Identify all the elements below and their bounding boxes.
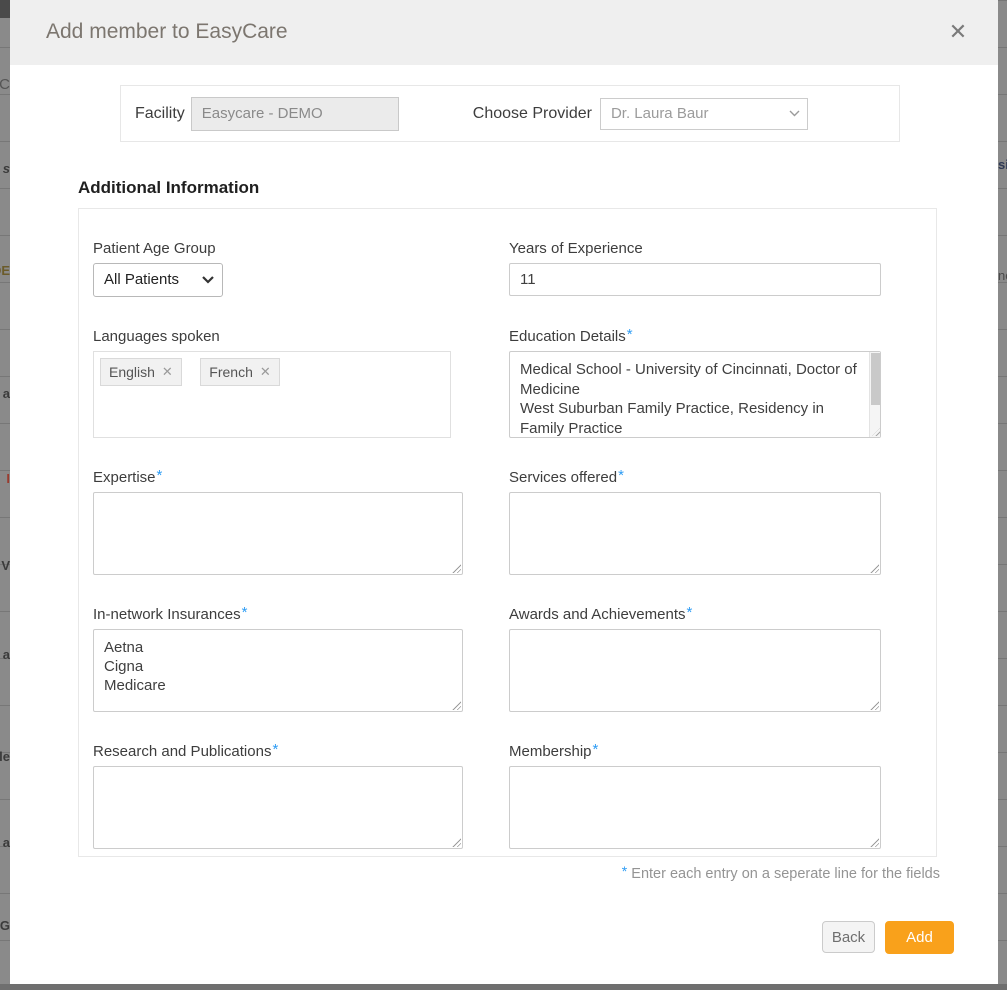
background-text-fragment: s [3, 161, 10, 176]
language-tag: English ✕ [100, 358, 182, 386]
awards-achievements-label: Awards and Achievements* [509, 606, 881, 623]
background-text-fragment: a [3, 835, 10, 850]
background-text-fragment: C [0, 76, 10, 93]
resize-grip-icon[interactable] [872, 428, 880, 436]
years-of-experience-label: Years of Experience [509, 240, 881, 257]
background-text-fragment: le [0, 749, 10, 764]
scrollbar[interactable] [869, 352, 880, 437]
chevron-down-icon [202, 276, 214, 284]
patient-age-group-select[interactable]: All Patients [93, 263, 223, 297]
required-asterisk: * [593, 741, 599, 758]
required-asterisk: * [157, 467, 163, 484]
education-details-textarea[interactable]: Medical School - University of Cincinnat… [509, 351, 881, 438]
background-text-fragment: ne [998, 268, 1007, 283]
expertise-textarea-wrap [93, 492, 463, 575]
section-heading: Additional Information [78, 178, 259, 198]
required-asterisk: * [687, 604, 693, 621]
membership-textarea[interactable] [510, 767, 880, 848]
required-asterisk: * [618, 467, 624, 484]
field-awards-achievements: Awards and Achievements* [509, 606, 881, 712]
expertise-textarea[interactable] [94, 493, 462, 574]
required-asterisk: * [622, 863, 627, 879]
expertise-label: Expertise* [93, 469, 463, 486]
back-button[interactable]: Back [822, 921, 875, 953]
choose-provider-label: Choose Provider [473, 105, 592, 123]
background-text-fragment: DE [0, 263, 10, 278]
field-services-offered: Services offered* [509, 469, 881, 575]
required-asterisk: * [272, 741, 278, 758]
remove-tag-icon[interactable]: ✕ [162, 364, 173, 380]
in-network-insurances-label: In-network Insurances* [93, 606, 463, 623]
modal-title: Add member to EasyCare [46, 20, 288, 44]
languages-spoken-label: Languages spoken [93, 328, 463, 345]
field-languages-spoken: Languages spoken English ✕ French ✕ [93, 328, 463, 438]
add-button[interactable]: Add [885, 921, 954, 954]
research-publications-textarea[interactable] [94, 767, 462, 848]
additional-info-panel: Patient Age Group All Patients Years of … [78, 208, 937, 857]
facility-label: Facility [135, 105, 185, 123]
background-text-fragment: si [998, 157, 1007, 172]
awards-achievements-textarea[interactable] [510, 630, 880, 711]
close-icon[interactable]: ✕ [944, 18, 972, 46]
field-expertise: Expertise* [93, 469, 463, 575]
remove-tag-icon[interactable]: ✕ [260, 364, 271, 380]
language-tag-label: English [109, 364, 155, 380]
field-membership: Membership* [509, 743, 881, 849]
field-years-of-experience: Years of Experience [509, 240, 881, 297]
research-publications-textarea-wrap [93, 766, 463, 849]
services-offered-textarea-wrap [509, 492, 881, 575]
background-text-fragment: a [3, 386, 10, 401]
add-member-modal: Add member to EasyCare ✕ Facility Choose… [10, 0, 998, 984]
field-in-network-insurances: In-network Insurances* Aetna Cigna Medic… [93, 606, 463, 712]
backdrop-left: C s DE a I V a le a G [0, 0, 10, 990]
language-tag-label: French [209, 364, 253, 380]
modal-actions: Back Add [822, 921, 954, 954]
required-asterisk: * [242, 604, 248, 621]
chevron-down-icon [789, 110, 800, 117]
in-network-insurances-textarea[interactable]: Aetna Cigna Medicare [94, 630, 462, 711]
services-offered-textarea[interactable] [510, 493, 880, 574]
patient-age-group-label: Patient Age Group [93, 240, 463, 257]
background-text-fragment: a [3, 647, 10, 662]
in-network-insurances-textarea-wrap: Aetna Cigna Medicare [93, 629, 463, 712]
membership-textarea-wrap [509, 766, 881, 849]
required-asterisk: * [627, 326, 633, 343]
years-of-experience-input[interactable] [509, 263, 881, 296]
services-offered-label: Services offered* [509, 469, 881, 486]
field-research-publications: Research and Publications* [93, 743, 463, 849]
scrollbar-thumb[interactable] [871, 353, 880, 405]
field-education-details: Education Details* Medical School - Univ… [509, 328, 881, 438]
backdrop-right: si ne [998, 0, 1007, 990]
language-tag: French ✕ [200, 358, 279, 386]
backdrop-bottom [0, 984, 1007, 990]
field-patient-age-group: Patient Age Group All Patients [93, 240, 463, 297]
background-text-fragment: G [0, 918, 10, 933]
facility-input [191, 97, 399, 131]
awards-achievements-textarea-wrap [509, 629, 881, 712]
patient-age-group-value: All Patients [104, 271, 179, 288]
footnote-text: Enter each entry on a seperate line for … [627, 866, 940, 882]
footnote: * Enter each entry on a seperate line fo… [78, 865, 940, 882]
provider-select-value: Dr. Laura Baur [611, 105, 709, 122]
backdrop-corner [0, 0, 10, 18]
facility-provider-panel: Facility Choose Provider Dr. Laura Baur [120, 85, 900, 142]
background-text-fragment: V [1, 558, 10, 573]
languages-tag-input[interactable]: English ✕ French ✕ [93, 351, 451, 438]
research-publications-label: Research and Publications* [93, 743, 463, 760]
education-details-text: Medical School - University of Cincinnat… [510, 352, 862, 437]
education-details-label: Education Details* [509, 328, 881, 345]
modal-header: Add member to EasyCare ✕ [10, 0, 998, 65]
provider-select[interactable]: Dr. Laura Baur [600, 98, 808, 130]
membership-label: Membership* [509, 743, 881, 760]
